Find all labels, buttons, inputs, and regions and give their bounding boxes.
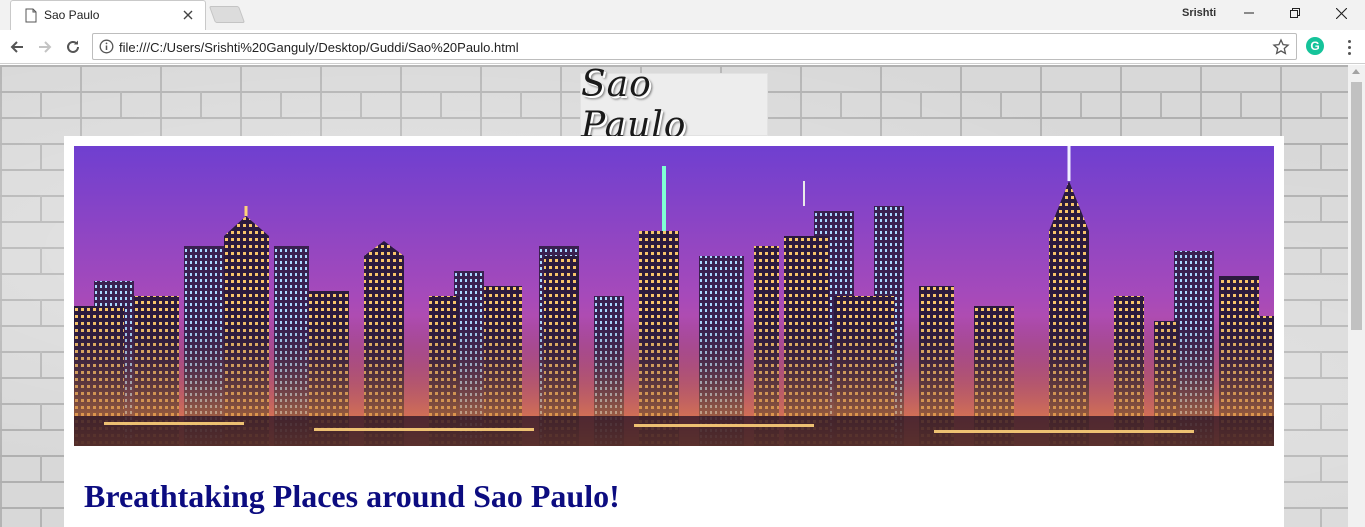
bookmark-star-icon[interactable] xyxy=(1272,38,1290,56)
page-viewport: Sao Paulo Breathtaking Places around Sao… xyxy=(0,65,1348,527)
new-tab-button[interactable] xyxy=(208,6,246,23)
scrollbar-thumb[interactable] xyxy=(1351,82,1362,330)
minimize-button[interactable] xyxy=(1226,0,1272,26)
browser-menu-icon[interactable] xyxy=(1339,37,1359,57)
main-content: Breathtaking Places around Sao Paulo! xyxy=(64,136,1284,527)
back-arrow-icon xyxy=(10,41,23,53)
address-bar[interactable]: file:///C:/Users/Srishti%20Ganguly/Deskt… xyxy=(92,33,1297,60)
grammarly-extension-icon[interactable]: G xyxy=(1306,37,1324,55)
url-text[interactable]: file:///C:/Users/Srishti%20Ganguly/Deskt… xyxy=(119,40,519,55)
forward-button[interactable] xyxy=(34,36,56,58)
close-icon xyxy=(1335,7,1347,19)
browser-tab[interactable]: Sao Paulo xyxy=(10,0,206,30)
city-skyline-image xyxy=(74,146,1274,446)
page-heading: Breathtaking Places around Sao Paulo! xyxy=(84,478,620,514)
reload-icon xyxy=(67,40,79,53)
browser-toolbar: file:///C:/Users/Srishti%20Ganguly/Deskt… xyxy=(0,30,1365,64)
close-window-button[interactable] xyxy=(1318,0,1364,26)
vertical-scrollbar[interactable] xyxy=(1348,65,1365,527)
minimize-icon xyxy=(1244,12,1254,14)
site-logo: Sao Paulo xyxy=(580,65,768,146)
forward-arrow-icon xyxy=(39,41,52,53)
restore-button[interactable] xyxy=(1272,0,1318,26)
scroll-up-arrow-icon[interactable] xyxy=(1352,69,1360,74)
back-button[interactable] xyxy=(6,36,28,58)
reload-button[interactable] xyxy=(62,36,84,58)
profile-name[interactable]: Srishti xyxy=(1182,7,1216,19)
logo-text: Sao Paulo xyxy=(581,65,687,146)
tab-title: Sao Paulo xyxy=(44,8,100,22)
document-icon xyxy=(25,8,37,23)
restore-icon xyxy=(1290,8,1300,18)
info-icon[interactable] xyxy=(99,39,114,54)
tab-strip: Sao Paulo Srishti xyxy=(0,0,1365,30)
close-tab-icon[interactable] xyxy=(179,6,197,24)
